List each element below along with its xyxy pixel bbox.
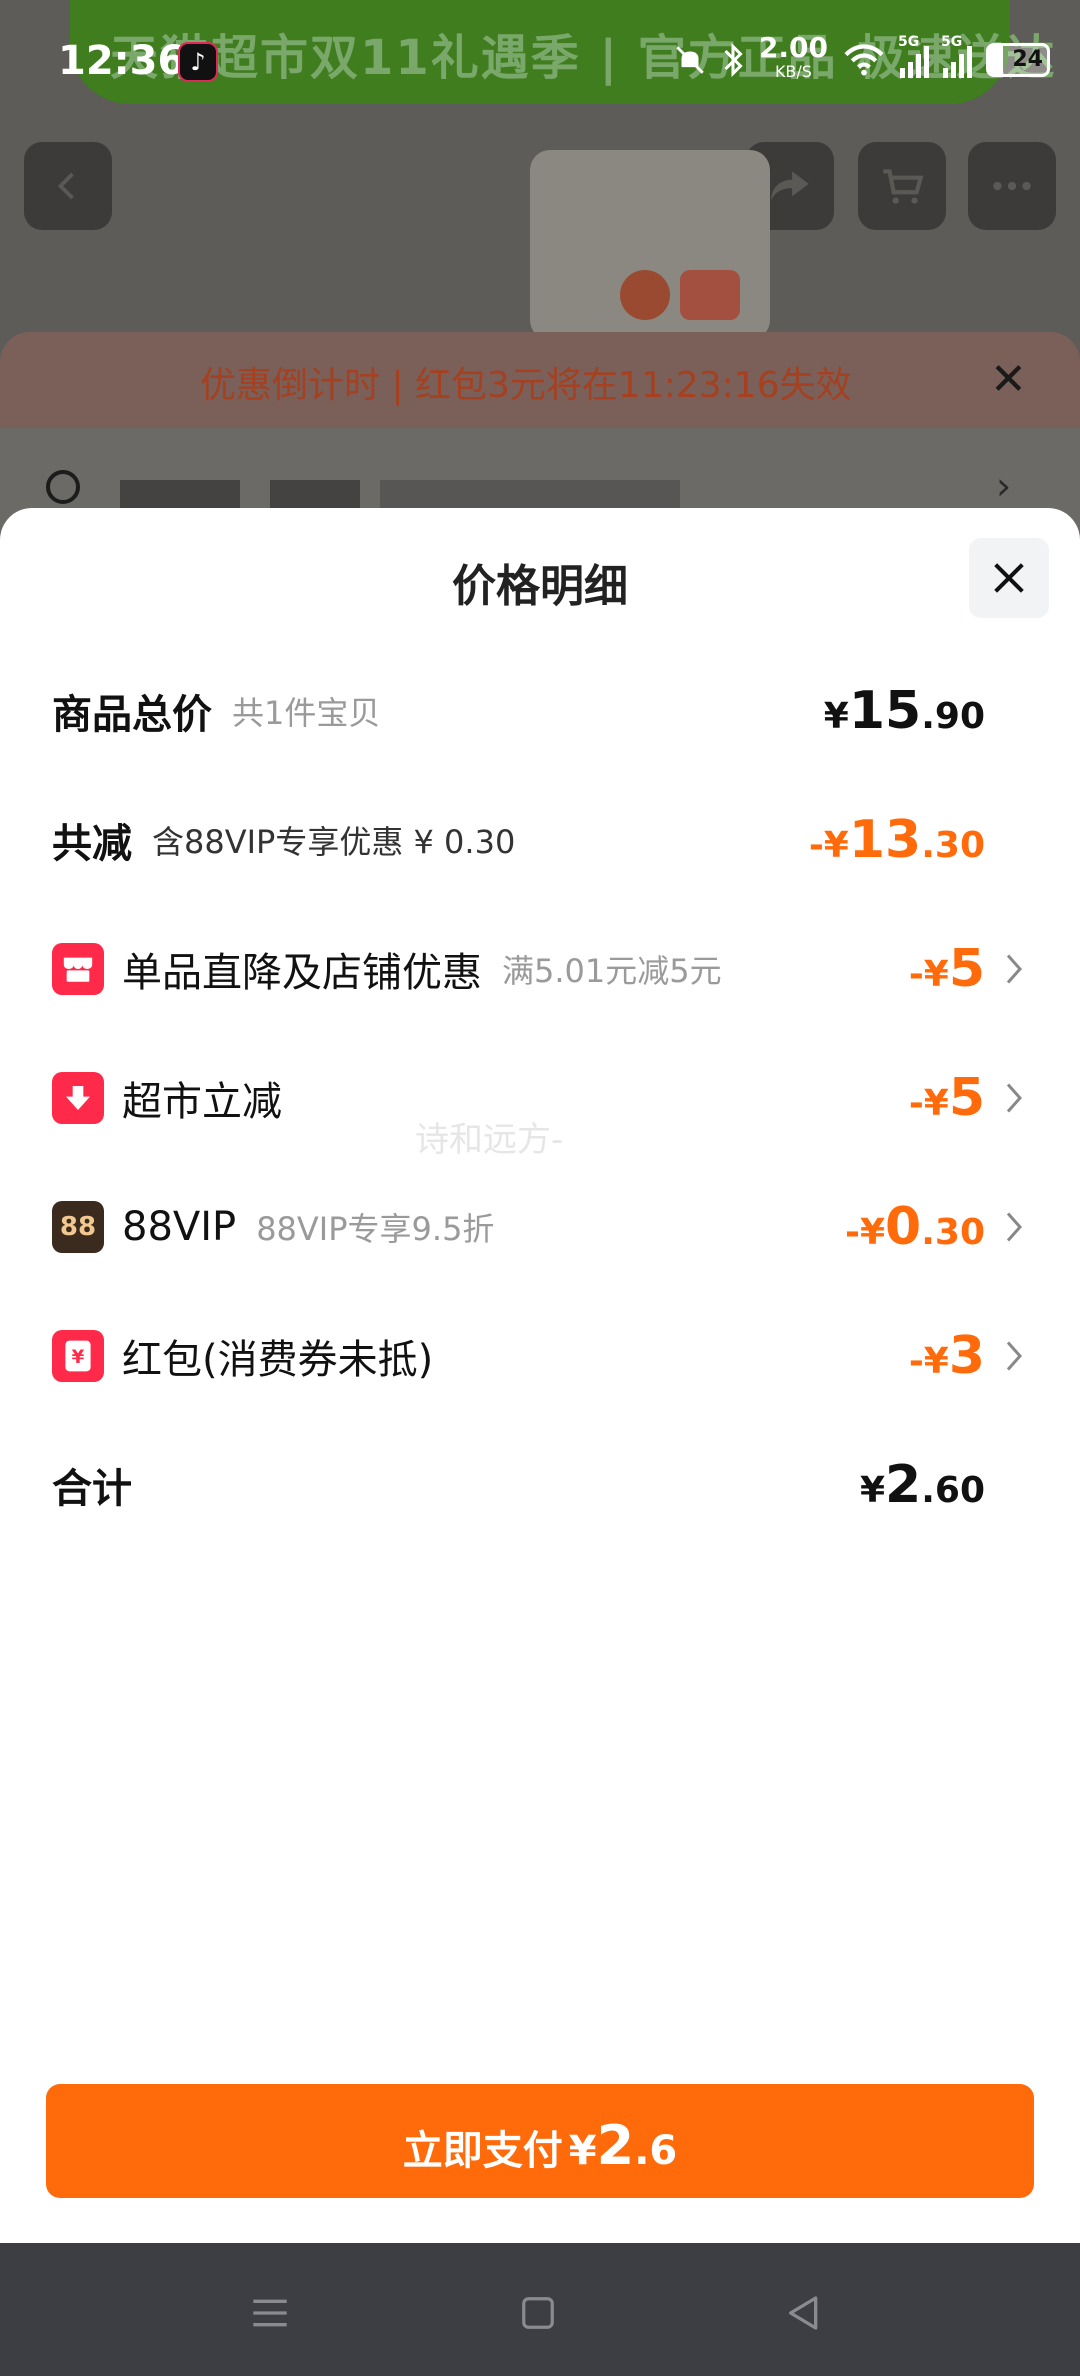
row-amount: ¥2.60 <box>859 1455 985 1515</box>
net-speed: 2.00 KB/S <box>758 31 828 82</box>
close-button[interactable] <box>969 538 1049 618</box>
status-bar: 12:36 ♪ 2.00 KB/S 5G 5G 24 <box>0 0 1080 120</box>
address-redacted <box>120 480 240 508</box>
cart-icon <box>883 169 924 204</box>
row-sub: 88VIP专享9.5折 <box>256 1210 495 1248</box>
product-logo <box>620 270 670 320</box>
chevron-right-icon <box>1006 954 1023 984</box>
home-square-icon <box>522 2297 554 2329</box>
store-icon <box>52 943 104 995</box>
signal-icon: 5G <box>941 34 972 78</box>
menu-icon <box>253 2299 287 2327</box>
pay-now-button[interactable]: 立即支付 ¥2.6 <box>46 2084 1034 2198</box>
back-icon <box>57 172 74 200</box>
bluetooth-icon <box>724 42 743 78</box>
address-redacted <box>270 480 360 508</box>
row-store-discount[interactable]: 单品直降及店铺优惠 满5.01元减5元 -¥ 5 <box>0 929 1080 1009</box>
row-label: 合计 <box>52 1466 132 1512</box>
watermark: 诗和远方- <box>415 1120 564 1160</box>
back-triangle-icon <box>789 2296 818 2330</box>
svg-text:¥: ¥ <box>72 1347 85 1368</box>
countdown-text: 优惠倒计时 | 红包3元将在11:23:16失效 <box>200 365 852 406</box>
countdown-close-icon: ✕ <box>990 354 1027 405</box>
row-amount: -¥ 13.30 <box>808 810 985 870</box>
chevron-right-icon <box>1006 1212 1023 1242</box>
more-button <box>968 142 1056 230</box>
sheet-title: 价格明细 <box>452 561 628 612</box>
row-total-discount: 共减 含88VIP专享优惠 ¥ 0.30 -¥ 13.30 <box>0 800 1080 880</box>
row-grand-total: 合计 ¥2.60 <box>0 1445 1080 1525</box>
vip-88-icon: 88 <box>52 1201 104 1253</box>
price-detail-sheet: 价格明细 商品总价 共1件宝贝 ¥15.90 共减 含88VIP专享优惠 ¥ 0… <box>0 508 1080 2243</box>
address-redacted <box>380 480 680 508</box>
product-brand-label <box>680 270 740 320</box>
down-arrow-icon <box>52 1072 104 1124</box>
home-nav-button[interactable] <box>508 2283 568 2343</box>
row-red-packet[interactable]: ¥ 红包(消费券未抵) -¥ 3 <box>0 1316 1080 1396</box>
row-amount: -¥ 0.30 <box>845 1197 985 1257</box>
row-label: 红包(消费券未抵) <box>122 1337 434 1383</box>
row-amount: -¥ 3 <box>908 1326 985 1386</box>
signal-icon: 5G <box>898 34 929 78</box>
tiktok-icon: ♪ <box>178 42 218 82</box>
more-icon <box>993 181 1031 191</box>
cart-button <box>858 142 946 230</box>
row-88vip[interactable]: 88 88VIP 88VIP专享9.5折 -¥ 0.30 <box>0 1187 1080 1267</box>
row-label: 单品直降及店铺优惠 <box>122 950 482 996</box>
system-nav-bar <box>0 2243 1080 2376</box>
row-amount: -¥ 5 <box>908 939 985 999</box>
product-image <box>530 150 770 340</box>
address-chevron-icon: › <box>996 464 1012 508</box>
wifi-icon <box>844 44 884 76</box>
row-sub: 含88VIP专享优惠 ¥ 0.30 <box>152 823 516 861</box>
countdown-bar: 优惠倒计时 | 红包3元将在11:23:16失效 ✕ <box>0 332 1080 428</box>
back-button <box>24 142 112 230</box>
row-label: 超市立减 <box>122 1079 282 1125</box>
mute-bell-icon <box>676 46 704 74</box>
back-nav-button[interactable] <box>774 2283 834 2343</box>
address-bar: › <box>0 430 1080 510</box>
status-time: 12:36 <box>58 38 186 84</box>
row-amount: ¥15.90 <box>823 681 985 741</box>
row-sub: 共1件宝贝 <box>232 694 381 732</box>
chevron-right-icon <box>1006 1341 1023 1371</box>
battery-icon: 24 <box>986 43 1050 77</box>
row-label: 共减 <box>52 821 132 867</box>
close-icon <box>994 563 1024 593</box>
share-icon <box>771 171 809 201</box>
chevron-right-icon <box>1006 1083 1023 1113</box>
row-amount: -¥ 5 <box>908 1068 985 1128</box>
row-label: 88VIP <box>122 1204 237 1250</box>
status-icons: 2.00 KB/S 5G 5G 24 <box>673 31 1050 84</box>
row-label: 商品总价 <box>52 692 212 738</box>
menu-nav-button[interactable] <box>240 2283 300 2343</box>
red-packet-icon: ¥ <box>52 1330 104 1382</box>
pay-label: 立即支付 <box>402 2128 563 2174</box>
row-sub: 满5.01元减5元 <box>502 952 722 990</box>
row-goods-total: 商品总价 共1件宝贝 ¥15.90 <box>0 671 1080 751</box>
location-pin-icon <box>46 470 80 504</box>
